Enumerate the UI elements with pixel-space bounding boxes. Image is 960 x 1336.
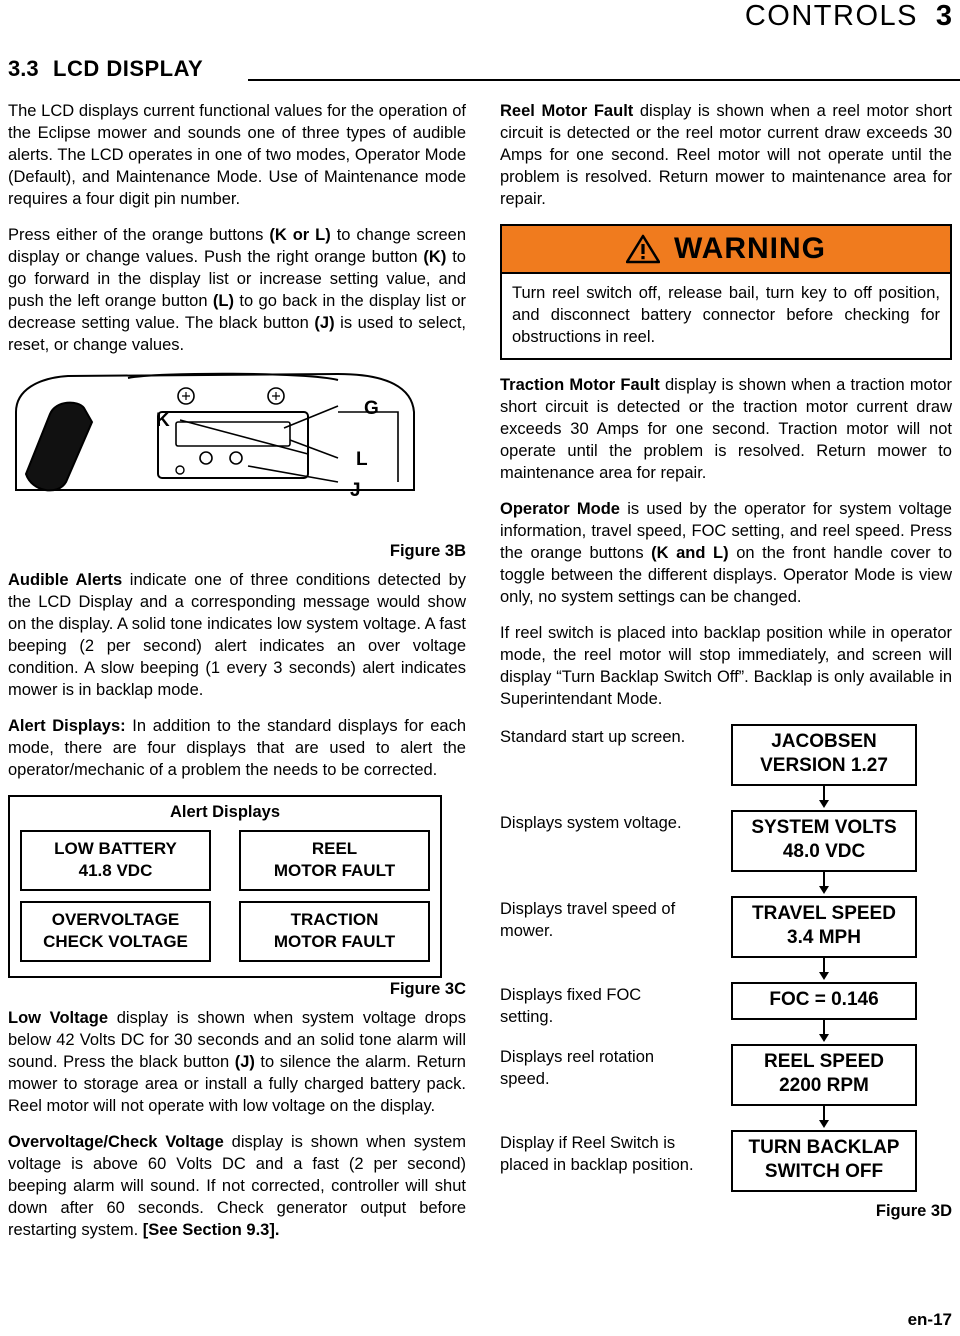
figure-3d-row: Displays system voltage. SYSTEM VOLTS 48… bbox=[500, 810, 952, 894]
figure-3d-row: Displays travel speed of mower. TRAVEL S… bbox=[500, 896, 952, 980]
text-bold-overvoltage: Overvoltage/Check Voltage bbox=[8, 1133, 224, 1151]
figure-3d-description: Displays system voltage. bbox=[500, 814, 682, 832]
text-bold-traction-motor-fault: Traction Motor Fault bbox=[500, 376, 660, 394]
paragraph-buttons: Press either of the orange buttons (K or… bbox=[8, 224, 466, 356]
alert-displays-title: Alert Displays bbox=[169, 803, 281, 821]
paragraph-alert-displays: Alert Displays: In addition to the stand… bbox=[8, 715, 466, 781]
figure-3d-caption: Figure 3D bbox=[875, 1202, 952, 1220]
figure-3d-lcd-column: REEL SPEED 2200 RPM bbox=[696, 1044, 952, 1128]
text-bold-j: (J) bbox=[314, 314, 335, 332]
figure-3d-row: Displays reel rotation speed. REEL SPEED… bbox=[500, 1044, 952, 1128]
header-chapter-title: CONTROLS bbox=[744, 0, 918, 32]
warning-header: WARNING bbox=[502, 226, 950, 274]
text-bold-j2: (J) bbox=[234, 1053, 255, 1071]
figure-3b-label-j: J bbox=[350, 480, 361, 501]
text-run: indicate one of three conditions detecte… bbox=[8, 571, 466, 699]
down-arrow-icon bbox=[817, 1020, 831, 1042]
figure-3b-illustration: K G L J bbox=[8, 370, 466, 540]
lcd-reel-motor-fault: REEL MOTOR FAULT bbox=[239, 830, 430, 891]
warning-triangle-icon bbox=[625, 234, 661, 264]
section-heading: 3.3 LCD DISPLAY bbox=[8, 56, 960, 86]
figure-3d-lcd-column: JACOBSEN VERSION 1.27 bbox=[696, 724, 952, 808]
down-arrow-icon bbox=[817, 786, 831, 808]
page-footer: en-17 bbox=[907, 1310, 952, 1329]
figure-3d-row: Displays fixed FOC setting. FOC = 0.146 bbox=[500, 982, 952, 1042]
paragraph-reel-motor-fault: Reel Motor Fault display is shown when a… bbox=[500, 100, 952, 210]
figure-3d-row: Display if Reel Switch is placed in back… bbox=[500, 1130, 952, 1192]
lcd-foc: FOC = 0.146 bbox=[731, 982, 917, 1020]
right-column: Reel Motor Fault display is shown when a… bbox=[500, 100, 952, 1221]
warning-box: WARNING Turn reel switch off, release ba… bbox=[500, 224, 952, 360]
lcd-jacobsen-version: JACOBSEN VERSION 1.27 bbox=[731, 724, 917, 786]
figure-3d-description: Displays travel speed of mower. bbox=[500, 900, 676, 940]
text-bold-alert-displays: Alert Displays: bbox=[8, 717, 126, 735]
figure-3d-description: Display if Reel Switch is placed in back… bbox=[500, 1134, 694, 1174]
document-page: CONTROLS 3 3.3 LCD DISPLAY The LCD displ… bbox=[0, 0, 960, 1336]
figure-3c-alert-displays: Alert Displays LOW BATTERY 41.8 VDC REEL… bbox=[8, 795, 442, 978]
paragraph-audible-alerts: Audible Alerts indicate one of three con… bbox=[8, 569, 466, 701]
figure-3d-description: Displays fixed FOC setting. bbox=[500, 986, 642, 1026]
paragraph-low-voltage: Low Voltage display is shown when system… bbox=[8, 1007, 466, 1117]
text-run: Press either of the orange buttons bbox=[8, 226, 270, 244]
paragraph-overvoltage: Overvoltage/Check Voltage display is sho… bbox=[8, 1131, 466, 1241]
warning-word: WARNING bbox=[674, 232, 826, 265]
section-title: LCD DISPLAY bbox=[53, 56, 204, 81]
down-arrow-icon bbox=[817, 1106, 831, 1128]
warning-text: Turn reel switch off, release bail, turn… bbox=[512, 284, 940, 346]
figure-3b-caption: Figure 3B bbox=[389, 542, 466, 560]
text-bold-reel-motor-fault: Reel Motor Fault bbox=[500, 102, 634, 120]
paragraph-traction-motor-fault: Traction Motor Fault display is shown wh… bbox=[500, 374, 952, 484]
figure-3b-label-g: G bbox=[364, 398, 379, 419]
lcd-reel-speed: REEL SPEED 2200 RPM bbox=[731, 1044, 917, 1106]
lcd-low-battery: LOW BATTERY 41.8 VDC bbox=[20, 830, 211, 891]
lcd-overvoltage: OVERVOLTAGE CHECK VOLTAGE bbox=[20, 901, 211, 962]
text-bold-k: (K) bbox=[423, 248, 447, 266]
figure-3b-label-k: K bbox=[156, 410, 170, 431]
text-bold-operator-mode: Operator Mode bbox=[500, 500, 620, 518]
text-bold-audible-alerts: Audible Alerts bbox=[8, 571, 123, 589]
paragraph-lcd-intro: The LCD displays current functional valu… bbox=[8, 102, 466, 208]
page-header: CONTROLS 3 bbox=[0, 0, 960, 46]
figure-3d-row: Standard start up screen. JACOBSEN VERSI… bbox=[500, 724, 952, 808]
lcd-traction-motor-fault: TRACTION MOTOR FAULT bbox=[239, 901, 430, 962]
figure-3d-lcd-column: FOC = 0.146 bbox=[696, 982, 952, 1042]
text-bold-kl: (K or L) bbox=[269, 226, 331, 244]
text-bold-low-voltage: Low Voltage bbox=[8, 1009, 109, 1027]
down-arrow-icon bbox=[817, 958, 831, 980]
text-bold-l: (L) bbox=[212, 292, 234, 310]
figure-3d-lcd-column: TRAVEL SPEED 3.4 MPH bbox=[696, 896, 952, 980]
figure-3d: Standard start up screen. JACOBSEN VERSI… bbox=[500, 724, 952, 1221]
figure-3d-lcd-column: SYSTEM VOLTS 48.0 VDC bbox=[696, 810, 952, 894]
text-bold-k-and-l: (K and L) bbox=[651, 544, 729, 562]
mower-handle-drawing: K G L J bbox=[15, 372, 415, 501]
figure-3b-label-l: L bbox=[356, 449, 368, 470]
text-bold-see-section: [See Section 9.3]. bbox=[142, 1221, 280, 1239]
figure-3c-caption: Figure 3C bbox=[389, 980, 466, 998]
lcd-turn-backlap: TURN BACKLAP SWITCH OFF bbox=[731, 1130, 917, 1192]
lcd-system-volts: SYSTEM VOLTS 48.0 VDC bbox=[731, 810, 917, 872]
figure-3d-description: Standard start up screen. bbox=[500, 728, 686, 746]
paragraph-operator-mode: Operator Mode is used by the operator fo… bbox=[500, 498, 952, 608]
figure-3d-lcd-column: TURN BACKLAP SWITCH OFF bbox=[696, 1130, 952, 1192]
alert-displays-grid: LOW BATTERY 41.8 VDC REEL MOTOR FAULT OV… bbox=[20, 830, 430, 962]
down-arrow-icon bbox=[817, 872, 831, 894]
lcd-travel-speed: TRAVEL SPEED 3.4 MPH bbox=[731, 896, 917, 958]
section-rule bbox=[248, 79, 960, 81]
left-column: The LCD displays current functional valu… bbox=[8, 100, 466, 1255]
figure-3d-description: Displays reel rotation speed. bbox=[500, 1048, 655, 1088]
section-number: 3.3 bbox=[8, 56, 39, 81]
paragraph-backlap: If reel switch is placed into backlap po… bbox=[500, 624, 952, 708]
header-page-number: 3 bbox=[935, 0, 952, 32]
